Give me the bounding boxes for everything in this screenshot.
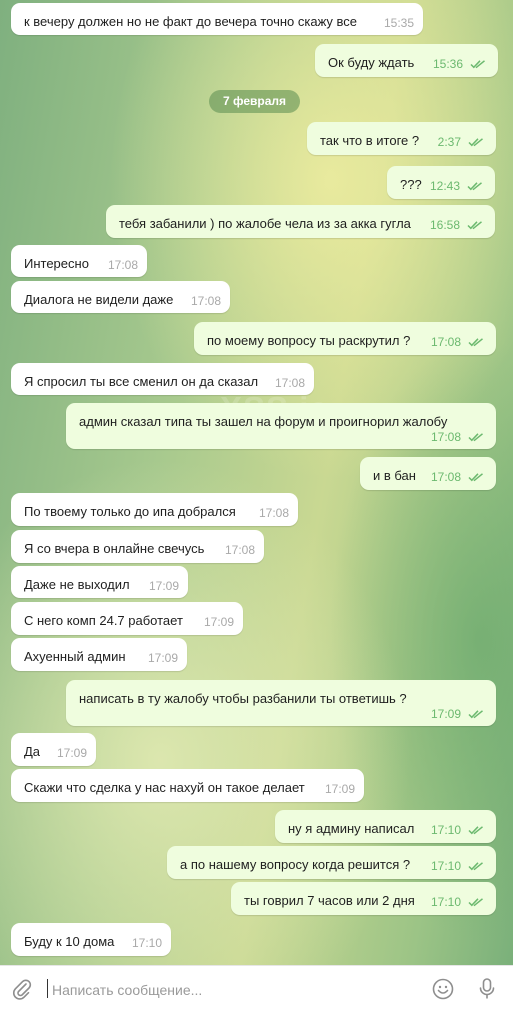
double-check-icon bbox=[468, 826, 483, 835]
date-separator: 7 февраля bbox=[209, 90, 300, 113]
incoming-message[interactable]: Я со вчера в онлайне свечусь 17:08 bbox=[11, 530, 264, 563]
double-check-icon bbox=[468, 898, 483, 907]
message-text: а по нашему вопросу когда решится ? bbox=[180, 857, 411, 872]
incoming-message[interactable]: Интересно 17:08 bbox=[11, 245, 147, 277]
message-text: Ок буду ждать bbox=[328, 55, 415, 70]
message-text: Я со вчера в онлайне свечусь bbox=[24, 541, 205, 556]
message-text: админ сказал типа ты зашел на форум и пр… bbox=[79, 414, 448, 429]
message-text: и в бан bbox=[373, 468, 416, 483]
double-check-icon bbox=[468, 473, 483, 482]
message-text: по моему вопросу ты раскрутил ? bbox=[207, 333, 411, 348]
message-time: 17:09 bbox=[56, 746, 87, 760]
double-check-icon bbox=[467, 182, 482, 191]
double-check-icon bbox=[468, 138, 483, 147]
message-text: Скажи что сделка у нас нахуй он такое де… bbox=[24, 780, 305, 795]
message-text: ну я админу написал bbox=[288, 821, 415, 836]
outgoing-message[interactable]: так что в итоге ? 2:37 bbox=[307, 122, 496, 155]
outgoing-message[interactable]: тебя забанили ) по жалобе чела из за акк… bbox=[106, 205, 495, 238]
emoji-icon[interactable] bbox=[432, 978, 454, 1000]
message-text: к вечеру должен но не факт до вечера точ… bbox=[24, 14, 358, 29]
message-time: 12:43 bbox=[429, 179, 460, 193]
incoming-message[interactable]: Буду к 10 дома 17:10 bbox=[11, 923, 171, 956]
double-check-icon bbox=[468, 433, 483, 442]
incoming-message[interactable]: Да 17:09 bbox=[11, 733, 96, 766]
double-check-icon bbox=[470, 60, 485, 69]
outgoing-message[interactable]: а по нашему вопросу когда решится ? 17:10 bbox=[167, 846, 496, 879]
message-time: 17:08 bbox=[258, 506, 289, 520]
double-check-icon bbox=[468, 862, 483, 871]
message-time: 17:08 bbox=[274, 376, 305, 390]
message-time: 17:08 bbox=[430, 470, 461, 484]
message-text: Диалога не видели даже bbox=[24, 292, 174, 307]
text-cursor bbox=[47, 979, 48, 998]
message-input[interactable] bbox=[50, 976, 424, 1004]
paperclip-icon[interactable] bbox=[11, 978, 33, 1000]
message-time: 17:08 bbox=[224, 543, 255, 557]
message-text: так что в итоге ? bbox=[320, 133, 420, 148]
message-text: Я спросил ты все сменил он да сказал bbox=[24, 374, 259, 389]
outgoing-message[interactable]: ??? 12:43 bbox=[387, 166, 495, 199]
message-text: Даже не выходил bbox=[24, 577, 130, 592]
message-time: 16:58 bbox=[429, 218, 460, 232]
message-time: 17:09 bbox=[147, 651, 178, 665]
outgoing-message[interactable]: ну я админу написал 17:10 bbox=[275, 810, 496, 843]
message-time: 17:10 bbox=[430, 895, 461, 909]
message-time: 17:08 bbox=[107, 258, 138, 272]
incoming-message[interactable]: Ахуенный админ 17:09 bbox=[11, 638, 187, 671]
message-text: Да bbox=[24, 744, 41, 759]
message-time: 17:08 bbox=[190, 294, 221, 308]
message-time: 2:37 bbox=[437, 135, 461, 149]
message-time: 17:10 bbox=[430, 823, 461, 837]
outgoing-message[interactable]: по моему вопросу ты раскрутил ? 17:08 bbox=[194, 322, 496, 355]
message-text: Буду к 10 дома bbox=[24, 934, 115, 949]
message-text: С него комп 24.7 работает bbox=[24, 613, 183, 628]
message-text: ??? bbox=[400, 177, 422, 192]
microphone-icon[interactable] bbox=[477, 977, 497, 1001]
message-time: 17:10 bbox=[131, 936, 162, 950]
incoming-message[interactable]: По твоему только до ипа добрался 17:08 bbox=[11, 493, 298, 526]
message-time: 15:35 bbox=[383, 16, 414, 30]
message-time: 17:08 bbox=[430, 335, 461, 349]
incoming-message[interactable]: Диалога не видели даже 17:08 bbox=[11, 281, 230, 313]
message-composer bbox=[0, 965, 513, 1011]
outgoing-message[interactable]: Ок буду ждать 15:36 bbox=[315, 44, 498, 77]
incoming-message[interactable]: Скажи что сделка у нас нахуй он такое де… bbox=[11, 769, 364, 802]
message-time: 17:09 bbox=[148, 579, 179, 593]
message-text: Интересно bbox=[24, 256, 89, 271]
message-text: написать в ту жалобу чтобы разбанили ты … bbox=[79, 691, 407, 706]
double-check-icon bbox=[468, 338, 483, 347]
incoming-message[interactable]: С него комп 24.7 работает 17:09 bbox=[11, 602, 243, 635]
message-text: По твоему только до ипа добрался bbox=[24, 504, 236, 519]
double-check-icon bbox=[468, 710, 483, 719]
outgoing-message[interactable]: и в бан 17:08 bbox=[360, 457, 496, 490]
outgoing-message[interactable]: написать в ту жалобу чтобы разбанили ты … bbox=[66, 680, 496, 726]
chat-background: XSS.is 7 февраля к вечеру должен но не ф… bbox=[0, 0, 513, 965]
message-text: ты говрил 7 часов или 2 дня bbox=[244, 893, 415, 908]
message-text: тебя забанили ) по жалобе чела из за акк… bbox=[119, 216, 411, 231]
outgoing-message[interactable]: админ сказал типа ты зашел на форум и пр… bbox=[66, 403, 496, 449]
message-time: 17:09 bbox=[203, 615, 234, 629]
message-time: 15:36 bbox=[432, 57, 463, 71]
incoming-message[interactable]: Я спросил ты все сменил он да сказал 17:0… bbox=[11, 363, 314, 395]
incoming-message[interactable]: к вечеру должен но не факт до вечера точ… bbox=[11, 3, 423, 35]
message-time: 17:10 bbox=[430, 859, 461, 873]
message-time: 17:08 bbox=[430, 430, 461, 444]
outgoing-message[interactable]: ты говрил 7 часов или 2 дня 17:10 bbox=[231, 882, 496, 915]
message-text: Ахуенный админ bbox=[24, 649, 126, 664]
message-time: 17:09 bbox=[324, 782, 355, 796]
message-time: 17:09 bbox=[430, 707, 461, 721]
incoming-message[interactable]: Даже не выходил 17:09 bbox=[11, 566, 188, 598]
double-check-icon bbox=[467, 221, 482, 230]
